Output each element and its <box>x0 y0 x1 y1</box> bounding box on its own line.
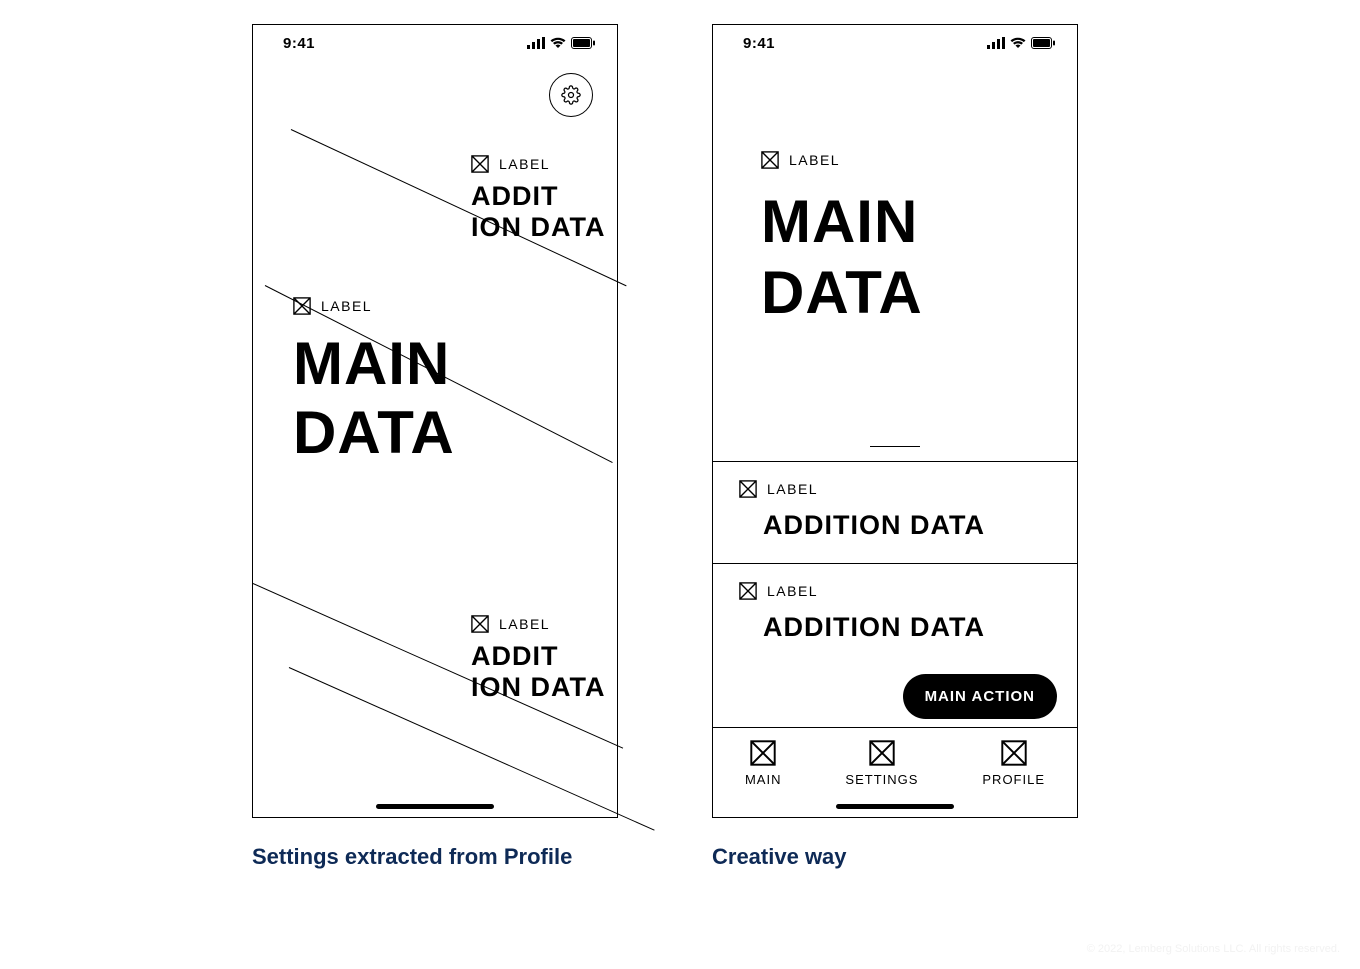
battery-icon <box>1031 37 1055 49</box>
status-bar: 9:41 <box>713 25 1077 61</box>
label-text: LABEL <box>767 583 818 599</box>
main-card: LABEL MAIN DATA <box>713 61 1077 461</box>
addition-line: ION DATA <box>471 212 605 243</box>
placeholder-icon <box>293 297 311 315</box>
label-text: LABEL <box>499 616 550 632</box>
label-text: LABEL <box>789 152 840 168</box>
label-text: LABEL <box>499 156 550 172</box>
main-line: MAIN <box>761 187 1029 258</box>
caption-right: Creative way <box>712 844 847 870</box>
tab-profile[interactable]: PROFILE <box>982 740 1045 787</box>
status-icons <box>987 37 1055 49</box>
placeholder-icon <box>739 582 757 600</box>
label-text: LABEL <box>321 298 372 314</box>
home-indicator <box>376 804 494 809</box>
phone-mock-left: 9:41 LABEL ADDIT ION DATA <box>252 24 618 818</box>
addition-block-bottom: LABEL ADDIT ION DATA <box>471 615 605 703</box>
main-line: DATA <box>293 398 455 467</box>
placeholder-icon <box>869 740 895 766</box>
status-time: 9:41 <box>283 35 315 52</box>
addition-line: ADDIT <box>471 641 605 672</box>
settings-button[interactable] <box>549 73 593 117</box>
copyright-text: © 2022, Lemberg Solutions LLC. All right… <box>1087 943 1340 955</box>
label-text: LABEL <box>767 481 818 497</box>
placeholder-icon <box>1001 740 1027 766</box>
addition-text: ADDITION DATA <box>763 510 1051 541</box>
page-indicator <box>870 446 920 448</box>
main-line: MAIN <box>293 329 455 398</box>
tab-bar: MAIN SETTINGS PROFILE <box>713 727 1077 817</box>
status-bar: 9:41 <box>253 25 617 61</box>
status-icons <box>527 37 595 49</box>
placeholder-icon <box>750 740 776 766</box>
battery-icon <box>571 37 595 49</box>
cellular-icon <box>527 37 545 49</box>
tab-label: SETTINGS <box>845 772 918 787</box>
tab-main[interactable]: MAIN <box>745 740 782 787</box>
cellular-icon <box>987 37 1005 49</box>
addition-block-top: LABEL ADDIT ION DATA <box>471 155 605 243</box>
phone-mock-right: 9:41 LABEL MAIN DATA LABEL ADDIT <box>712 24 1078 818</box>
addition-card[interactable]: LABEL ADDITION DATA <box>713 461 1077 563</box>
main-line: DATA <box>761 258 1029 329</box>
gear-icon <box>561 85 581 105</box>
placeholder-icon <box>739 480 757 498</box>
addition-line: ION DATA <box>471 672 605 703</box>
tab-settings[interactable]: SETTINGS <box>845 740 918 787</box>
main-block: LABEL MAIN DATA <box>293 297 455 467</box>
main-action-button[interactable]: MAIN ACTION <box>903 674 1057 719</box>
addition-line: ADDIT <box>471 181 605 212</box>
placeholder-icon <box>761 151 779 169</box>
home-indicator <box>836 804 954 809</box>
wifi-icon <box>1010 37 1026 49</box>
placeholder-icon <box>471 155 489 173</box>
caption-left: Settings extracted from Profile <box>252 844 572 870</box>
wifi-icon <box>550 37 566 49</box>
addition-text: ADDITION DATA <box>763 612 1051 643</box>
status-time: 9:41 <box>743 35 775 52</box>
placeholder-icon <box>471 615 489 633</box>
addition-card[interactable]: LABEL ADDITION DATA <box>713 563 1077 687</box>
tab-label: MAIN <box>745 772 782 787</box>
tab-label: PROFILE <box>982 772 1045 787</box>
